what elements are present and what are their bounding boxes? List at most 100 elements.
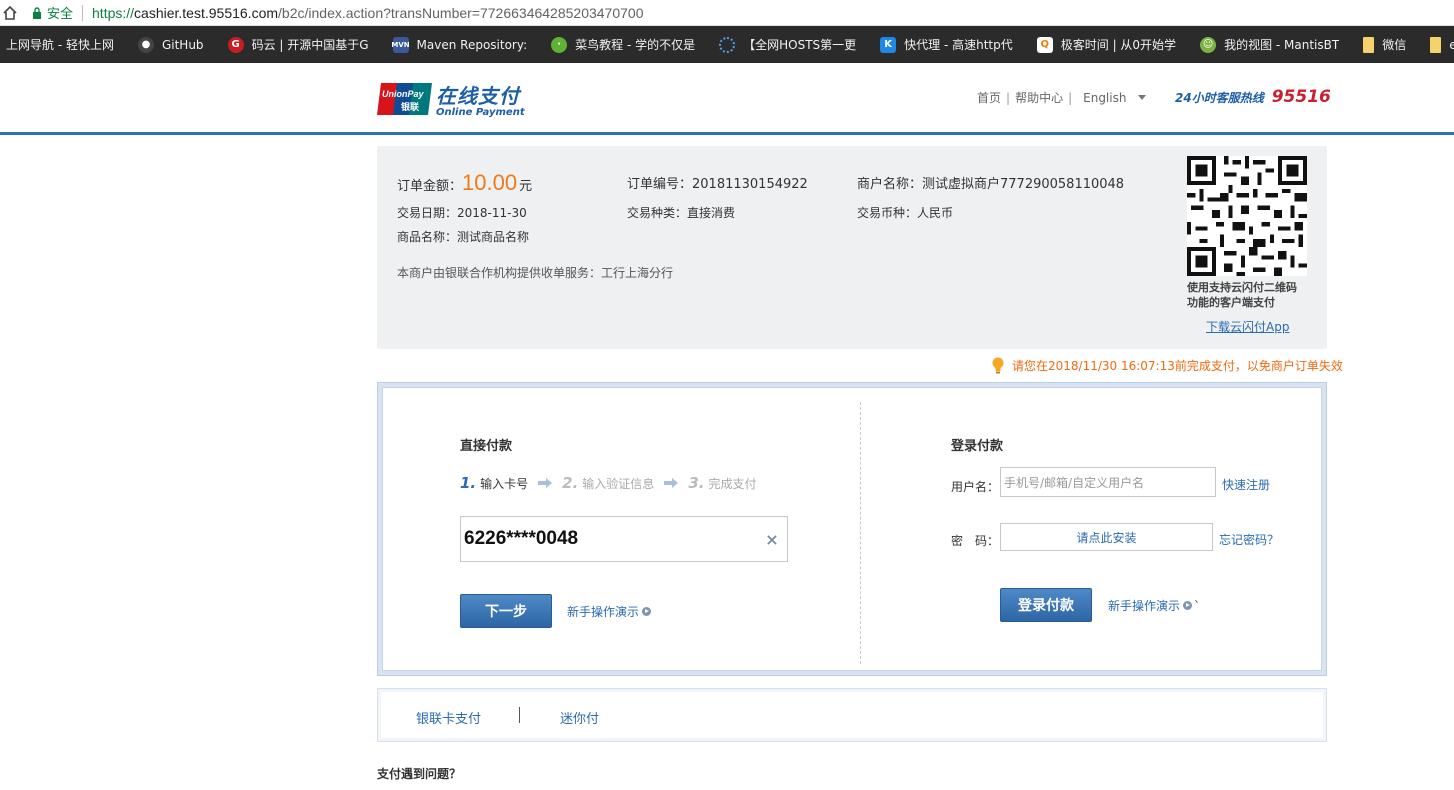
- currency-value: 人民币: [917, 206, 954, 220]
- mantis-icon: ☺: [1200, 36, 1217, 53]
- login-pay-button[interactable]: 登录付款: [1000, 588, 1092, 622]
- notice-text: 请您在2018/11/30 16:07:13前完成支付，以免商户订单失效: [1012, 359, 1343, 373]
- bookmark-item[interactable]: K 快代理 - 高速http代: [880, 36, 1013, 53]
- merchant-label: 商户名称：: [857, 177, 923, 192]
- lock-icon: [33, 6, 41, 19]
- top-nav: 首页 | 帮助中心 | English: [977, 89, 1147, 106]
- nav-home-link[interactable]: 首页: [977, 89, 1001, 106]
- forgot-password-link[interactable]: 忘记密码？: [1219, 531, 1279, 548]
- bookmark-item[interactable]: 【全网HOSTS第一更: [719, 36, 856, 53]
- bookmark-item[interactable]: · 菜鸟教程 - 学的不仅是: [551, 36, 695, 53]
- logo-cn: 在线支付: [436, 84, 520, 108]
- arrow-right-icon: [538, 478, 553, 488]
- trade-date: 交易日期：2018-11-30: [397, 204, 527, 221]
- folder-icon: [1430, 36, 1442, 53]
- username-input[interactable]: 手机号/邮箱/自定义用户名: [1000, 467, 1216, 497]
- payment-method-tabs: 银联卡支付 迷你付: [377, 688, 1327, 742]
- tabs-inner: 银联卡支付 迷你付: [381, 692, 1323, 738]
- quick-register-link[interactable]: 快速注册: [1222, 476, 1270, 493]
- merchant-name: 商户名称：测试虚拟商户777290058110048: [857, 173, 1124, 192]
- url-host: cashier.test.95516.com: [134, 4, 279, 21]
- home-icon[interactable]: [2, 5, 18, 21]
- direct-pay-title: 直接付款: [460, 439, 513, 454]
- amount-unit: 元: [519, 179, 533, 194]
- badge-bottom-text: 银联: [401, 101, 420, 113]
- amount-value: 10.00: [462, 170, 518, 195]
- bookmark-item[interactable]: elastic: [1430, 36, 1454, 53]
- bookmark-label: 极客时间 | 从0开始学: [1060, 38, 1177, 52]
- payment-box: 直接付款 1. 输入卡号 2. 输入验证信息 3. 完成支付 6226****0048…: [377, 382, 1327, 676]
- qr-description: 使用支持云闪付二维码 功能的客户端支付: [1187, 280, 1317, 310]
- bookmark-label: 码云 | 开源中国基于G: [251, 38, 369, 52]
- next-step-button[interactable]: 下一步: [460, 594, 552, 628]
- bookmark-item[interactable]: G 码云 | 开源中国基于G: [227, 36, 369, 53]
- password-install-field[interactable]: 请点此安装: [1000, 523, 1213, 551]
- step-1: 1. 输入卡号: [460, 474, 528, 492]
- url-field[interactable]: https://cashier.test.95516.com/b2c/index…: [92, 5, 643, 21]
- section-divider: [860, 402, 861, 664]
- site-header: UnionPay 银联 在线支付 Online Payment 首页 | 帮助中…: [0, 63, 1454, 135]
- clear-icon[interactable]: ×: [757, 530, 787, 549]
- unionpay-badge-icon: UnionPay 银联: [377, 83, 432, 115]
- language-label: English: [1083, 90, 1127, 105]
- address-separator: [82, 4, 84, 21]
- badge-top-text: UnionPay: [382, 89, 425, 99]
- nav-separator: |: [1006, 90, 1011, 105]
- demo-suffix: `: [1194, 598, 1201, 613]
- bookmark-item[interactable]: MVN Maven Repository:: [391, 36, 527, 53]
- order-info-panel: 订单金额：10.00 元 订单编号：20181130154922 商户名称：测试虚…: [377, 146, 1327, 349]
- demo-label: 新手操作演示: [567, 605, 640, 619]
- payment-box-inner: 直接付款 1. 输入卡号 2. 输入验证信息 3. 完成支付 6226****0048…: [382, 387, 1322, 671]
- bookmark-item[interactable]: ● GitHub: [137, 36, 204, 53]
- unionpay-logo[interactable]: UnionPay 银联 在线支付 Online Payment: [377, 80, 525, 118]
- bookmarks-bar: 上网导航 - 轻快上网 ● GitHub G 码云 | 开源中国基于G MVN …: [0, 26, 1454, 63]
- trade-currency: 交易币种：人民币: [857, 204, 953, 221]
- hotline-label: 24小时客服热线: [1175, 91, 1264, 105]
- bookmark-item[interactable]: Q 极客时间 | 从0开始学: [1036, 36, 1177, 53]
- nav-separator: |: [1068, 90, 1073, 105]
- download-app-link[interactable]: 下载云闪付App: [1206, 318, 1289, 335]
- play-icon: [1183, 601, 1193, 610]
- step-number: 1.: [460, 474, 477, 492]
- language-select[interactable]: English: [1083, 90, 1147, 105]
- tab-unionpay-card[interactable]: 银联卡支付: [416, 708, 481, 727]
- product-label: 商品名称：: [397, 230, 458, 244]
- login-demo-link[interactable]: 新手操作演示 `: [1108, 597, 1200, 614]
- demo-label: 新手操作演示: [1108, 599, 1181, 613]
- bookmark-label: 微信: [1382, 38, 1407, 52]
- step-label: 输入验证信息: [582, 477, 655, 491]
- bookmark-label: 快代理 - 高速http代: [904, 38, 1013, 52]
- amount-label: 订单金额：: [397, 179, 463, 194]
- card-number-input[interactable]: 6226****0048 ×: [460, 516, 788, 562]
- order-no-value: 20181130154922: [692, 177, 808, 192]
- github-icon: ●: [137, 36, 154, 53]
- geektime-icon: Q: [1036, 36, 1053, 53]
- trade-type: 交易种类：直接消费: [627, 204, 735, 221]
- bookmark-item[interactable]: 上网导航 - 轻快上网: [6, 36, 114, 53]
- username-placeholder: 手机号/邮箱/自定义用户名: [1004, 475, 1145, 490]
- login-pay-title: 登录付款: [951, 439, 1004, 454]
- tab-mini-pay[interactable]: 迷你付: [560, 708, 599, 727]
- type-value: 直接消费: [687, 206, 736, 220]
- step-indicator: 1. 输入卡号 2. 输入验证信息 3. 完成支付: [460, 474, 756, 492]
- password-placeholder: 请点此安装: [1076, 530, 1137, 545]
- address-bar: 安全 https://cashier.test.95516.com/b2c/in…: [0, 0, 1454, 26]
- bookmark-item[interactable]: 微信: [1363, 36, 1406, 53]
- hosts-icon: [719, 36, 736, 53]
- play-icon: [642, 607, 652, 616]
- step-3: 3. 完成支付: [688, 474, 756, 492]
- url-path: /b2c/index.action?transNumber=7726634642…: [278, 4, 644, 21]
- date-label: 交易日期：: [397, 206, 458, 220]
- bookmark-item[interactable]: ☺ 我的视图 - MantisBT: [1200, 36, 1339, 53]
- secure-label: 安全: [47, 7, 74, 22]
- qr-text-line1: 使用支持云闪付二维码: [1187, 281, 1297, 294]
- tab-separator: [519, 707, 520, 723]
- order-amount: 订单金额：10.00 元: [397, 170, 532, 196]
- bookmark-label: 上网导航 - 轻快上网: [6, 38, 114, 52]
- kuaidaili-icon: K: [880, 36, 897, 53]
- nav-help-link[interactable]: 帮助中心: [1015, 89, 1063, 106]
- direct-demo-link[interactable]: 新手操作演示: [567, 603, 652, 620]
- type-label: 交易种类：: [627, 206, 688, 220]
- service-note: 本商户由银联合作机构提供收单服务：工行上海分行: [397, 266, 674, 280]
- payment-problem-heading[interactable]: 支付遇到问题？: [377, 765, 461, 782]
